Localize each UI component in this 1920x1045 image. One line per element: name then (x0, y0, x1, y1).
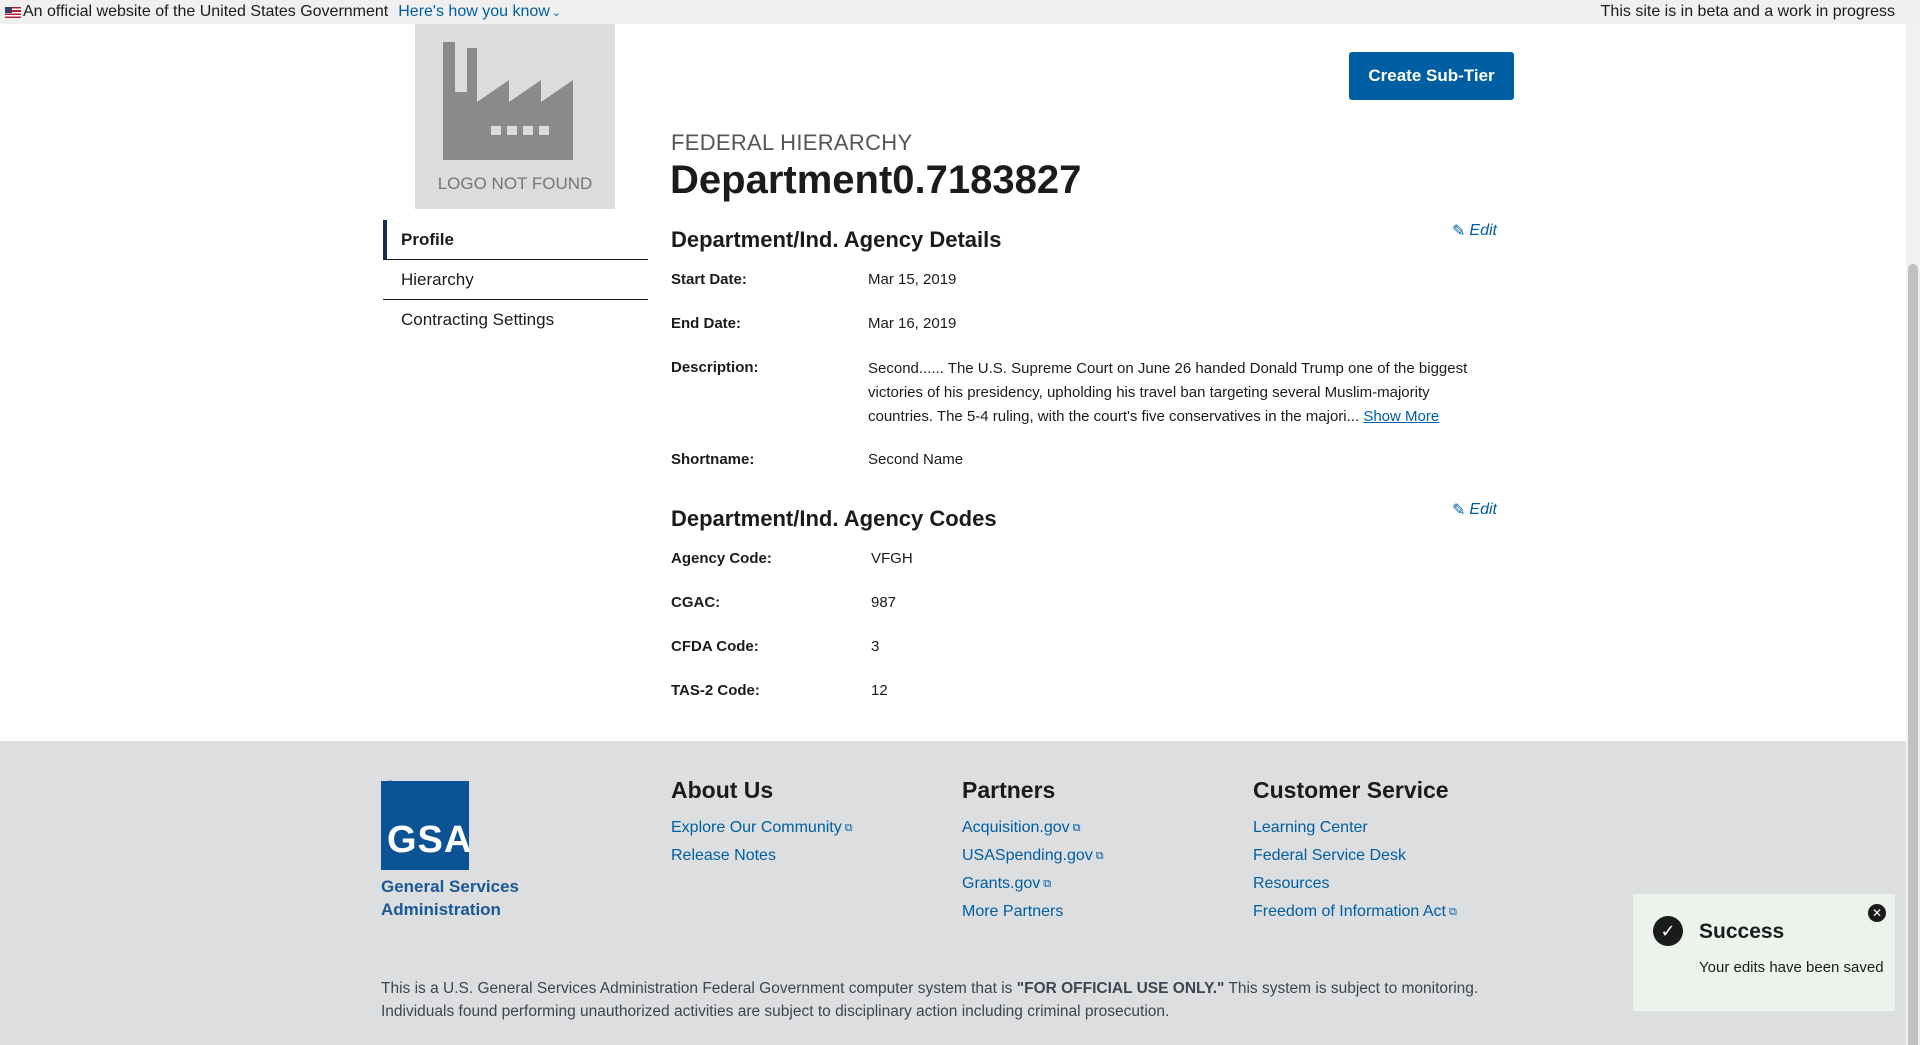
external-link-icon: ⧉ (1072, 822, 1081, 834)
start-date-label: Start Date: (671, 271, 747, 288)
registered-icon: ® (387, 779, 395, 789)
show-more-link[interactable]: Show More (1363, 408, 1439, 425)
footer-service-column: Customer Service Learning Center Federal… (1253, 777, 1457, 926)
footer-disclaimer: This is a U.S. General Services Administ… (381, 977, 1501, 1023)
how-you-know-link[interactable]: Here's how you know ⌄ (398, 3, 561, 21)
create-sub-tier-button[interactable]: Create Sub-Tier (1349, 52, 1514, 100)
how-you-know-label: Here's how you know (398, 3, 550, 20)
description-value: Second...... The U.S. Supreme Court on J… (868, 357, 1468, 429)
footer-link-label: More Partners (962, 903, 1064, 920)
description-label: Description: (671, 359, 759, 376)
end-date-value: Mar 16, 2019 (868, 315, 957, 332)
logo-not-found-label: LOGO NOT FOUND (437, 174, 593, 193)
gsa-name-line-2: Administration (381, 900, 501, 919)
shortname-value: Second Name (868, 451, 964, 468)
page-title: Department0.7183827 (670, 158, 1082, 202)
tas2-code-label: TAS-2 Code: (671, 682, 760, 699)
agency-code-label: Agency Code: (671, 550, 772, 567)
tas2-code-value: 12 (871, 682, 888, 699)
factory-icon (443, 42, 573, 160)
end-date-label: End Date: (671, 315, 742, 332)
footer-link-label: Grants.gov (962, 875, 1041, 892)
gsa-name-line-1: General Services (381, 877, 519, 896)
external-link-icon: ⧉ (844, 822, 853, 834)
details-section-title: Department/Ind. Agency Details (671, 227, 1002, 252)
success-toast: ✓ Success Your edits have been saved ✕ (1633, 894, 1895, 1011)
agency-code-value: VFGH (871, 550, 913, 567)
external-link-icon: ⧉ (1448, 906, 1457, 918)
sidebar-item-contracting-settings[interactable]: Contracting Settings (383, 300, 648, 339)
external-link-icon: ⧉ (1095, 850, 1104, 862)
details-edit-label: Edit (1469, 222, 1497, 239)
footer-partners-title: Partners (962, 777, 1056, 803)
toast-message: Your edits have been saved (1699, 959, 1884, 976)
sidebar-item-hierarchy[interactable]: Hierarchy (383, 260, 648, 300)
cfda-code-value: 3 (871, 638, 880, 655)
footer-link-label: Freedom of Information Act (1253, 903, 1446, 920)
footer-link-label: Acquisition.gov (962, 819, 1070, 836)
footer-link-learning-center[interactable]: Learning Center (1253, 814, 1457, 842)
footer-link-more-partners[interactable]: More Partners (962, 898, 1104, 926)
cgac-label: CGAC: (671, 594, 721, 611)
page-scrollbar[interactable] (1906, 24, 1920, 1045)
shortname-label: Shortname: (671, 451, 755, 468)
cfda-code-label: CFDA Code: (671, 638, 759, 655)
cgac-value: 987 (871, 594, 897, 611)
footer-about-title: About Us (671, 777, 774, 803)
footer-link-resources[interactable]: Resources (1253, 870, 1457, 898)
start-date-value: Mar 15, 2019 (868, 271, 957, 288)
footer-link-explore-community[interactable]: Explore Our Community ⧉ (671, 814, 853, 842)
footer-link-usaspending[interactable]: USASpending.gov ⧉ (962, 842, 1104, 870)
official-site-text: An official website of the United States… (23, 3, 389, 20)
us-flag-icon (5, 6, 21, 18)
footer-link-release-notes[interactable]: Release Notes (671, 842, 853, 870)
gov-banner: An official website of the United States… (0, 0, 1920, 24)
scrollbar-thumb[interactable] (1908, 264, 1918, 1045)
agency-logo-placeholder: LOGO NOT FOUND (415, 24, 615, 209)
footer-about-column: About Us Explore Our Community ⧉ Release … (671, 777, 853, 870)
footer-link-service-desk[interactable]: Federal Service Desk (1253, 842, 1457, 870)
footer-partners-column: Partners Acquisition.gov ⧉ USASpending.go… (962, 777, 1104, 926)
footer-link-label: Resources (1253, 875, 1330, 892)
gsa-name: General Services Administration (381, 875, 519, 921)
external-link-icon: ⧉ (1043, 878, 1052, 890)
side-navigation: Profile Hierarchy Contracting Settings (383, 220, 648, 339)
codes-edit-link[interactable]: ✎ Edit (1452, 500, 1497, 520)
disclaimer-bold: "FOR OFFICIAL USE ONLY." (1016, 980, 1225, 997)
check-circle-icon: ✓ (1653, 916, 1683, 946)
codes-edit-label: Edit (1469, 501, 1497, 518)
details-edit-link[interactable]: ✎ Edit (1452, 221, 1497, 241)
beta-notice: This site is in beta and a work in progr… (1600, 3, 1895, 20)
pencil-icon: ✎ (1452, 502, 1466, 519)
footer-link-label: Learning Center (1253, 819, 1368, 836)
footer-link-grants[interactable]: Grants.gov ⧉ (962, 870, 1104, 898)
toast-title: Success (1699, 920, 1785, 943)
gsa-logo: GSA ® (381, 779, 471, 870)
disclaimer-pre: This is a U.S. General Services Administ… (381, 980, 1017, 997)
footer-link-foia[interactable]: Freedom of Information Act ⧉ (1253, 898, 1457, 926)
page-eyebrow: FEDERAL HIERARCHY (671, 130, 913, 155)
chevron-down-icon: ⌄ (551, 6, 562, 19)
footer-service-title: Customer Service (1253, 777, 1449, 803)
footer-link-label: Federal Service Desk (1253, 847, 1406, 864)
footer-link-label: Explore Our Community (671, 819, 842, 836)
pencil-icon: ✎ (1452, 223, 1466, 240)
gsa-brand[interactable]: GSA ® General Services Administration (381, 779, 519, 921)
footer-link-acquisition[interactable]: Acquisition.gov ⧉ (962, 814, 1104, 842)
footer-link-label: Release Notes (671, 847, 776, 864)
codes-section-title: Department/Ind. Agency Codes (671, 506, 997, 531)
sidebar-item-profile[interactable]: Profile (383, 220, 648, 260)
footer-link-label: USASpending.gov (962, 847, 1093, 864)
site-footer: GSA ® General Services Administration Ab… (0, 741, 1906, 1045)
close-icon[interactable]: ✕ (1868, 904, 1886, 922)
